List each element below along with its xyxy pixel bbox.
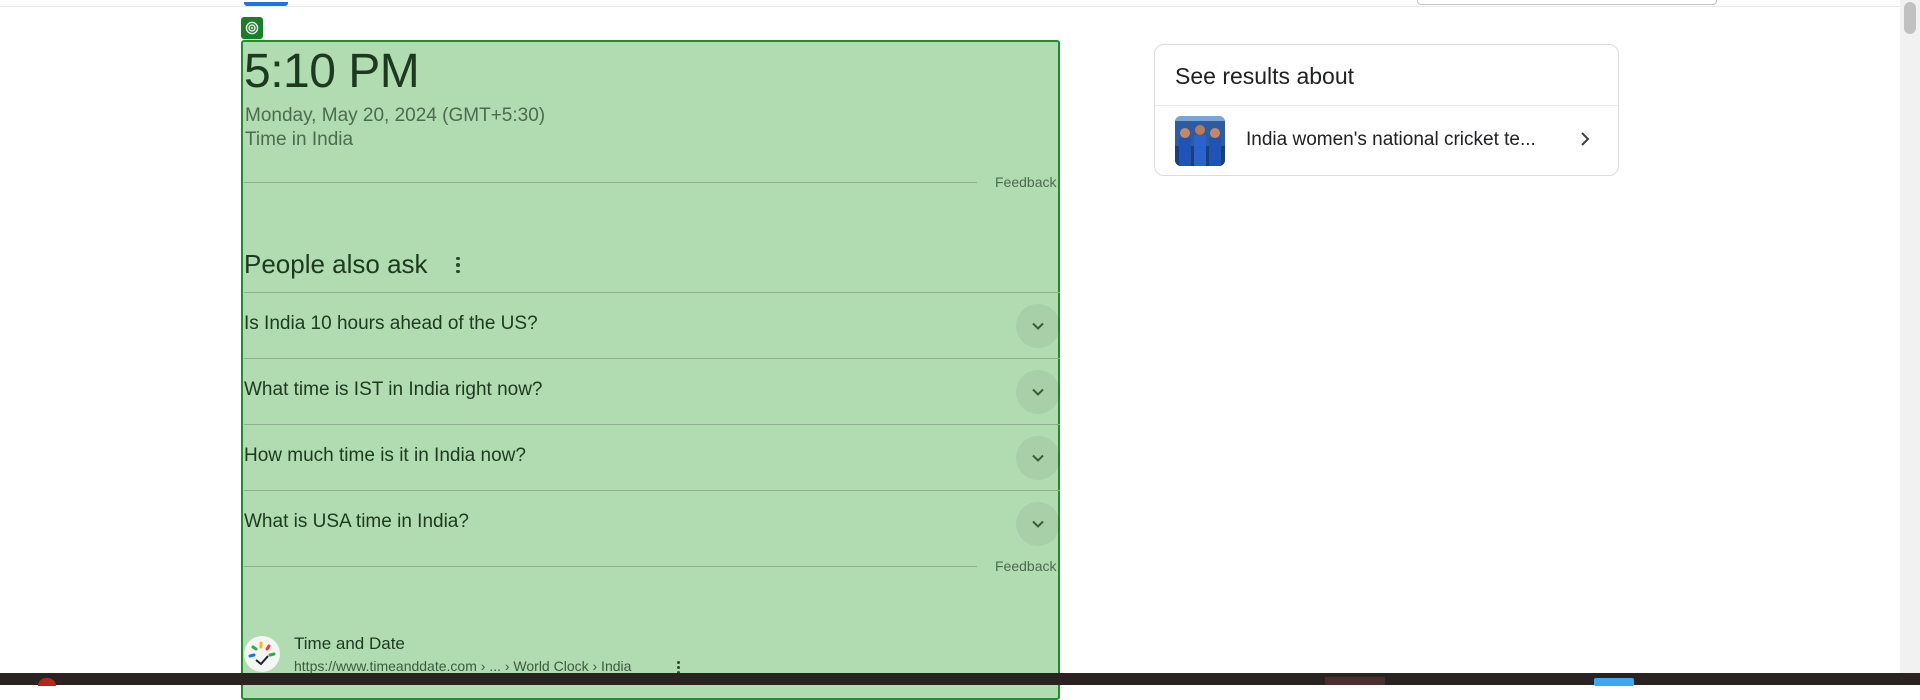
top-divider xyxy=(0,6,1900,7)
taskbar-app-icon[interactable] xyxy=(1325,677,1385,685)
question-row-3[interactable]: How much time is it in India now? xyxy=(244,425,1060,490)
team-photo-thumbnail xyxy=(1175,116,1225,166)
chevron-down-icon[interactable] xyxy=(1016,370,1060,414)
question-text: How much time is it in India now? xyxy=(244,445,526,466)
divider xyxy=(244,182,977,183)
question-row-4[interactable]: What is USA time in India? xyxy=(244,491,1060,556)
card-title: See results about xyxy=(1175,63,1355,89)
current-time: 5:10 PM xyxy=(244,45,420,98)
chevron-down-icon[interactable] xyxy=(1016,304,1060,348)
question-row-2[interactable]: What time is IST in India right now? xyxy=(244,359,1060,424)
result-source-name[interactable]: Time and Date xyxy=(294,634,405,654)
target-icon xyxy=(241,17,263,39)
more-vert-icon[interactable] xyxy=(451,254,465,276)
question-text: Is India 10 hours ahead of the US? xyxy=(244,313,538,334)
current-date: Monday, May 20, 2024 (GMT+5:30) xyxy=(245,105,546,126)
feedback-link[interactable]: Feedback xyxy=(995,174,1056,190)
time-location: Time in India xyxy=(245,129,354,150)
page-scrollbar[interactable] xyxy=(1900,0,1920,685)
chevron-down-icon[interactable] xyxy=(1016,436,1060,480)
people-also-ask-title: People also ask xyxy=(244,249,428,279)
timeanddate-logo-icon xyxy=(244,636,280,672)
result-url[interactable]: https://www.timeanddate.com › ... › Worl… xyxy=(294,658,631,674)
divider xyxy=(244,566,977,567)
related-entity-label: India women's national cricket te... xyxy=(1246,129,1536,150)
feedback-link[interactable]: Feedback xyxy=(995,558,1056,574)
active-tab-indicator xyxy=(244,2,288,6)
scrollbar-thumb[interactable] xyxy=(1904,2,1916,34)
related-entity-link[interactable]: India women's national cricket te... xyxy=(1155,106,1618,176)
chevron-down-icon[interactable] xyxy=(1016,502,1060,546)
question-row-1[interactable]: Is India 10 hours ahead of the US? xyxy=(244,293,1060,358)
see-results-about-card: See results about India women's national… xyxy=(1154,44,1619,176)
question-text: What is USA time in India? xyxy=(244,511,469,532)
chevron-right-icon xyxy=(1575,129,1595,154)
question-text: What time is IST in India right now? xyxy=(244,379,543,400)
search-box-edge[interactable] xyxy=(1417,0,1717,5)
